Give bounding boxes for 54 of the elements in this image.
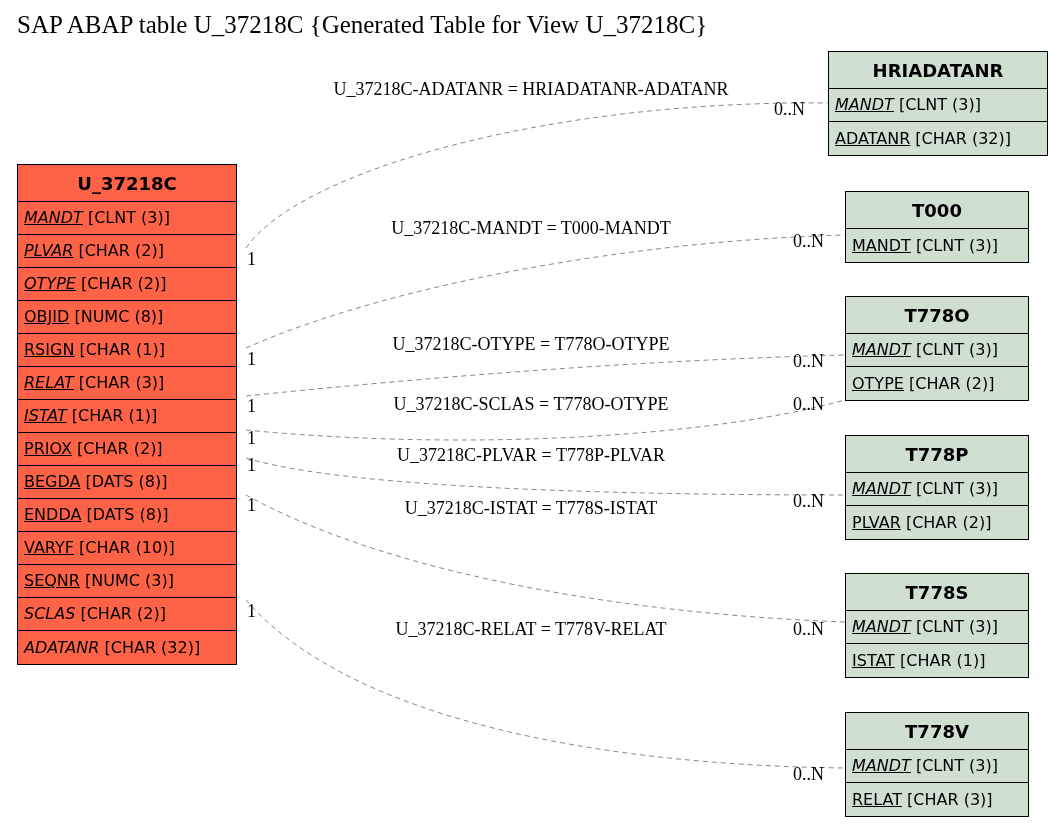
diagram-title: SAP ABAP table U_37218C {Generated Table for View U_37218C}	[17, 10, 708, 40]
field-row: MANDT [CLNT (3)]	[18, 202, 236, 235]
field-row: SEQNR [NUMC (3)]	[18, 565, 236, 598]
field-row: RELAT [CHAR (3)]	[18, 367, 236, 400]
field-row: BEGDA [DATS (8)]	[18, 466, 236, 499]
field-row: MANDT [CLNT (3)]	[846, 473, 1028, 506]
field-row: SCLAS [CHAR (2)]	[18, 598, 236, 631]
field-row-text: ADATANR [CHAR (32)]	[834, 127, 1013, 150]
field-row: OBJID [NUMC (8)]	[18, 301, 236, 334]
field-row-text: PLVAR [CHAR (2)]	[851, 511, 993, 534]
cardinality-label: 0..N	[793, 351, 824, 371]
cardinality-label: 1	[247, 249, 256, 269]
field-row: MANDT [CLNT (3)]	[846, 750, 1028, 783]
field-row-text: MANDT [CLNT (3)]	[851, 234, 999, 257]
field-row-text: OTYPE [CHAR (2)]	[851, 372, 996, 395]
relation-label: U_37218C-PLVAR = T778P-PLVAR	[397, 445, 665, 465]
cardinality-label: 1	[247, 601, 256, 621]
cardinality-label: 0..N	[793, 231, 824, 251]
field-row: PLVAR [CHAR (2)]	[18, 235, 236, 268]
field-row: PRIOX [CHAR (2)]	[18, 433, 236, 466]
relation-label: U_37218C-SCLAS = T778O-OTYPE	[393, 394, 669, 414]
cardinality-label: 1	[247, 428, 256, 448]
field-row: MANDT [CLNT (3)]	[829, 89, 1047, 122]
field-row: ENDDA [DATS (8)]	[18, 499, 236, 532]
table-header: HRIADATANR	[829, 52, 1047, 89]
cardinality-label: 0..N	[793, 619, 824, 639]
cardinality-label: 1	[247, 495, 256, 515]
relation-label: U_37218C-ADATANR = HRIADATANR-ADATANR	[333, 79, 729, 99]
table-header: T778V	[846, 713, 1028, 750]
field-row: MANDT [CLNT (3)]	[846, 611, 1028, 644]
table-header: T000	[846, 192, 1028, 229]
cardinality-label: 1	[247, 396, 256, 416]
field-row: MANDT [CLNT (3)]	[846, 334, 1028, 367]
cardinality-label: 0..N	[793, 394, 824, 414]
field-row: RSIGN [CHAR (1)]	[18, 334, 236, 367]
field-row-text: ISTAT [CHAR (1)]	[851, 649, 987, 672]
relation-label: U_37218C-MANDT = T000-MANDT	[391, 218, 671, 238]
table-header: T778P	[846, 436, 1028, 473]
field-row-text: ADATANR [CHAR (32)]	[22, 636, 202, 659]
field-row: VARYF [CHAR (10)]	[18, 532, 236, 565]
cardinality-label: 0..N	[793, 491, 824, 511]
field-row: ISTAT [CHAR (1)]	[18, 400, 236, 433]
table-header: T778O	[846, 297, 1028, 334]
field-row: OTYPE [CHAR (2)]	[18, 268, 236, 301]
cardinality-label: 0..N	[793, 764, 824, 784]
field-row-text: RELAT [CHAR (3)]	[851, 788, 994, 811]
cardinality-label: 1	[247, 455, 256, 475]
relation-label: U_37218C-RELAT = T778V-RELAT	[395, 619, 667, 639]
cardinality-label: 0..N	[774, 99, 805, 119]
table-header: U_37218C	[18, 165, 236, 202]
cardinality-label: 1	[247, 349, 256, 369]
table-header: T778S	[846, 574, 1028, 611]
relation-label: U_37218C-OTYPE = T778O-OTYPE	[392, 334, 670, 354]
relation-label: U_37218C-ISTAT = T778S-ISTAT	[404, 498, 658, 518]
